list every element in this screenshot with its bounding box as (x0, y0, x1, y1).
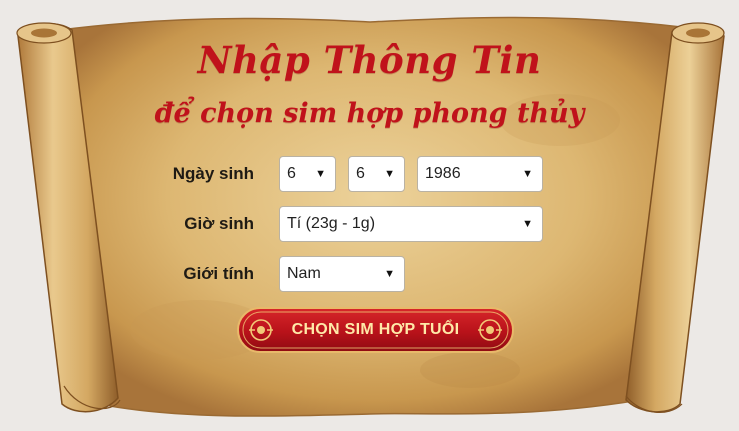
chevron-down-icon: ▼ (315, 168, 326, 180)
birth-day-value: 6 (287, 165, 296, 182)
birth-month-value: 6 (356, 165, 365, 182)
birth-hour-label: Giờ sinh (184, 214, 254, 233)
birth-year-select[interactable]: 1986 ▼ (417, 156, 543, 192)
birth-year-value: 1986 (425, 165, 461, 182)
birth-date-label: Ngày sinh (172, 164, 254, 183)
birth-month-select[interactable]: 6 ▼ (348, 156, 405, 192)
choose-sim-button[interactable]: CHỌN SIM HỢP TUỔI (236, 306, 515, 354)
chevron-down-icon: ▼ (522, 218, 533, 230)
chevron-down-icon: ▼ (384, 268, 395, 280)
chevron-down-icon: ▼ (522, 168, 533, 180)
gender-select[interactable]: Nam ▼ (279, 256, 405, 292)
feng-shui-form-scroll: Nhập Thông Tin để chọn sim hợp phong thủ… (0, 0, 739, 431)
form-title: Nhập Thông Tin (197, 38, 542, 82)
birth-hour-value: Tí (23g - 1g) (287, 215, 376, 232)
gender-value: Nam (287, 265, 321, 282)
birth-hour-select[interactable]: Tí (23g - 1g) ▼ (279, 206, 543, 242)
gender-label: Giới tính (183, 264, 254, 283)
form-subtitle: để chọn sim hợp phong thủy (154, 98, 585, 129)
chevron-down-icon: ▼ (384, 168, 395, 180)
choose-sim-button-label: CHỌN SIM HỢP TUỔI (291, 321, 460, 338)
birth-day-select[interactable]: 6 ▼ (279, 156, 336, 192)
